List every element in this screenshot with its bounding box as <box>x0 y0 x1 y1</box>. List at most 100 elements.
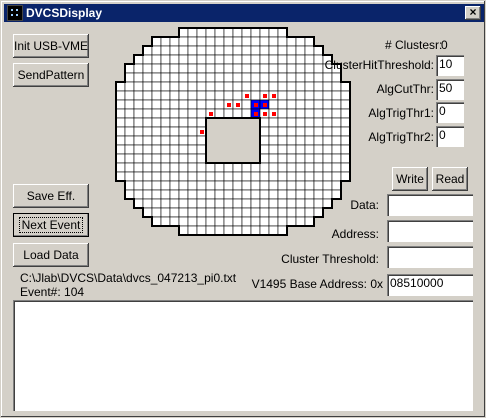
calorimeter-cell[interactable] <box>214 99 225 110</box>
calorimeter-cell[interactable] <box>124 72 135 83</box>
calorimeter-cell[interactable] <box>241 180 252 191</box>
calorimeter-cell[interactable] <box>250 198 261 209</box>
calorimeter-cell[interactable] <box>187 144 198 155</box>
calorimeter-cell[interactable] <box>151 81 162 92</box>
calorimeter-cell[interactable] <box>187 63 198 74</box>
calorimeter-cell[interactable] <box>313 45 324 56</box>
calorimeter-cell[interactable] <box>160 216 171 227</box>
calorimeter-cell[interactable] <box>142 90 153 101</box>
calorimeter-cell[interactable] <box>232 171 243 182</box>
calorimeter-cell[interactable] <box>304 153 315 164</box>
calorimeter-cell[interactable] <box>151 135 162 146</box>
calorimeter-cell[interactable] <box>223 36 234 47</box>
calorimeter-cell[interactable] <box>295 126 306 137</box>
calorimeter-cell[interactable] <box>160 153 171 164</box>
calorimeter-cell[interactable] <box>250 81 261 92</box>
calorimeter-cell[interactable] <box>223 54 234 65</box>
calorimeter-cell[interactable] <box>241 36 252 47</box>
calorimeter-cell[interactable] <box>223 90 234 101</box>
calorimeter-cell[interactable] <box>214 45 225 56</box>
calorimeter-cell[interactable] <box>151 117 162 128</box>
calorimeter-cell[interactable] <box>250 180 261 191</box>
calorimeter-cell[interactable] <box>295 81 306 92</box>
calorimeter-cell[interactable] <box>259 126 270 137</box>
calorimeter-cell[interactable] <box>124 171 135 182</box>
calorimeter-cell[interactable] <box>295 117 306 128</box>
read-button[interactable]: Read <box>432 167 468 191</box>
calorimeter-cell[interactable] <box>331 144 342 155</box>
calorimeter-cell[interactable] <box>214 63 225 74</box>
calorimeter-cell[interactable] <box>115 126 126 137</box>
calorimeter-cell[interactable] <box>268 36 279 47</box>
calorimeter-cell[interactable] <box>142 72 153 83</box>
calorimeter-cell[interactable] <box>277 216 288 227</box>
calorimeter-cell[interactable] <box>178 72 189 83</box>
calorimeter-cell[interactable] <box>223 72 234 83</box>
calorimeter-cell[interactable] <box>178 27 189 38</box>
calorimeter-cell[interactable] <box>178 90 189 101</box>
init-usb-vme-button[interactable]: Init USB-VME <box>13 34 89 58</box>
calorimeter-cell[interactable] <box>160 99 171 110</box>
calorimeter-cell[interactable] <box>160 81 171 92</box>
calorimeter-cell[interactable] <box>196 63 207 74</box>
calorimeter-cell[interactable] <box>277 108 288 119</box>
calorimeter-cell[interactable] <box>259 144 270 155</box>
calorimeter-cell[interactable] <box>286 162 297 173</box>
calorimeter-cell[interactable] <box>205 63 216 74</box>
calorimeter-cell[interactable] <box>160 198 171 209</box>
calorimeter-cell[interactable] <box>151 180 162 191</box>
calorimeter-cell[interactable] <box>151 126 162 137</box>
calorimeter-cell[interactable] <box>169 216 180 227</box>
calorimeter-cell[interactable] <box>259 27 270 38</box>
calorimeter-cell[interactable] <box>295 216 306 227</box>
calorimeter-cell[interactable] <box>205 180 216 191</box>
calorimeter-cell[interactable] <box>259 45 270 56</box>
calorimeter-cell[interactable] <box>205 81 216 92</box>
calorimeter-cell[interactable] <box>286 153 297 164</box>
calorimeter-cell[interactable] <box>277 162 288 173</box>
calorimeter-cell[interactable] <box>286 45 297 56</box>
calorimeter-cell[interactable] <box>151 36 162 47</box>
calorimeter-cell[interactable] <box>196 198 207 209</box>
calorimeter-cell[interactable] <box>313 171 324 182</box>
calorimeter-cell[interactable] <box>241 171 252 182</box>
calorimeter-cell[interactable] <box>295 90 306 101</box>
calorimeter-cell[interactable] <box>232 45 243 56</box>
calorimeter-cell[interactable] <box>133 54 144 65</box>
calorimeter-cell[interactable] <box>214 180 225 191</box>
calorimeter-cell[interactable] <box>151 189 162 200</box>
calorimeter-cell[interactable] <box>313 72 324 83</box>
calorimeter-cell[interactable] <box>268 117 279 128</box>
calorimeter-cell[interactable] <box>304 171 315 182</box>
calorimeter-cell[interactable] <box>151 63 162 74</box>
calorimeter-cell[interactable] <box>142 144 153 155</box>
calorimeter-cell[interactable] <box>196 144 207 155</box>
base-address-field[interactable]: 08510000 <box>387 274 473 296</box>
calorimeter-cell[interactable] <box>223 63 234 74</box>
calorimeter-cell[interactable] <box>295 153 306 164</box>
calorimeter-cell[interactable] <box>178 126 189 137</box>
calorimeter-cell[interactable] <box>214 81 225 92</box>
calorimeter-cell[interactable] <box>178 198 189 209</box>
calorimeter-cell[interactable] <box>277 81 288 92</box>
send-pattern-button[interactable]: SendPattern <box>13 63 89 87</box>
calorimeter-cell[interactable] <box>160 72 171 83</box>
calorimeter-cell[interactable] <box>133 72 144 83</box>
calorimeter-cell[interactable] <box>259 135 270 146</box>
calorimeter-cell[interactable] <box>196 162 207 173</box>
data-field[interactable] <box>387 194 473 216</box>
calorimeter-cell[interactable] <box>187 225 198 236</box>
calorimeter-cell[interactable] <box>286 144 297 155</box>
calorimeter-cell[interactable] <box>295 108 306 119</box>
calorimeter-cell[interactable] <box>160 54 171 65</box>
calorimeter-cell[interactable] <box>232 180 243 191</box>
calorimeter-cell[interactable] <box>232 81 243 92</box>
calorimeter-cell[interactable] <box>268 126 279 137</box>
calorimeter-cell[interactable] <box>187 99 198 110</box>
calorimeter-cell[interactable] <box>133 81 144 92</box>
calorimeter-cell[interactable] <box>232 54 243 65</box>
calorimeter-cell[interactable] <box>178 99 189 110</box>
calorimeter-cell[interactable] <box>205 45 216 56</box>
calorimeter-cell[interactable] <box>259 63 270 74</box>
calorimeter-cell[interactable] <box>133 99 144 110</box>
